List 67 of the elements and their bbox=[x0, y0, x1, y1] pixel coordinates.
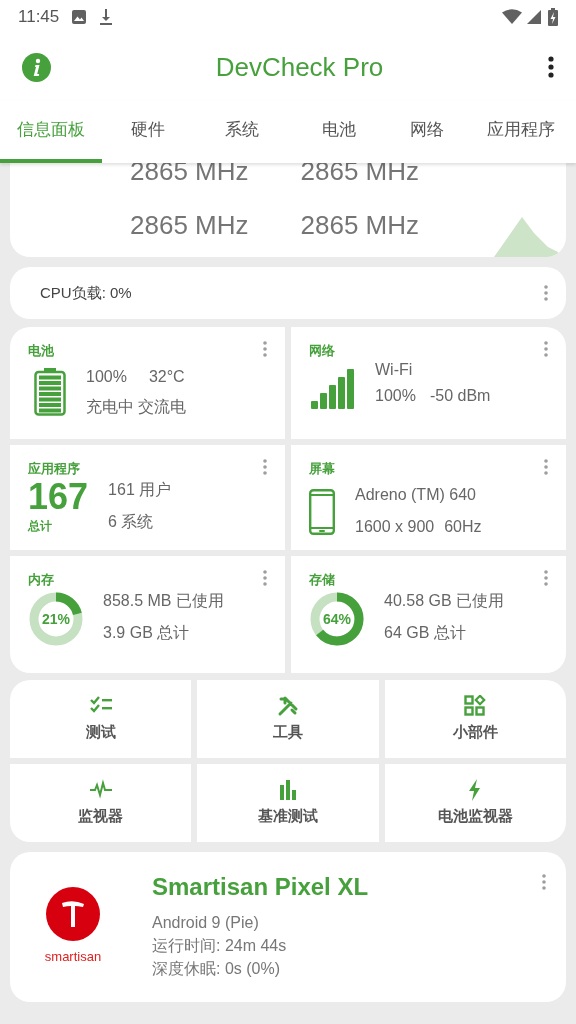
bar-chart-icon bbox=[277, 778, 299, 801]
ring-percent: 21% bbox=[42, 610, 70, 627]
info-card[interactable]: 屏幕 Adreno (TM) 640 1600 x 900 60Hz bbox=[291, 445, 566, 550]
download-icon bbox=[99, 8, 114, 26]
info-text: 60Hz bbox=[444, 516, 482, 537]
phone-icon bbox=[309, 488, 335, 535]
device-info-text: 深度休眠: 0s (0%) bbox=[152, 958, 280, 979]
info-text: 1600 x 900 bbox=[355, 516, 435, 537]
battery-icon bbox=[548, 8, 558, 26]
cpu-graph-drawing bbox=[494, 217, 558, 257]
info-card[interactable]: 应用程序 167 总计 161 用户 6 系统 bbox=[10, 445, 285, 550]
status-time: 11:45 bbox=[18, 6, 60, 29]
tools-icon bbox=[277, 694, 299, 717]
info-card[interactable]: 内存 21% 858.5 MB 已使用 3.9 GB 总计 bbox=[10, 556, 285, 673]
device-info-text: 运行时间: 24m 44s bbox=[152, 935, 287, 956]
tab[interactable]: 应用程序 bbox=[466, 100, 576, 163]
signal-icon bbox=[526, 9, 542, 25]
cpu-frequency: 2865 MHz bbox=[130, 209, 249, 241]
info-text: 161 用户 bbox=[108, 479, 172, 500]
wifi-icon bbox=[502, 9, 522, 25]
cpu-frequency: 2865 MHz bbox=[300, 209, 419, 241]
info-text: 858.5 MB 已使用 bbox=[103, 590, 224, 611]
device-name: Smartisan Pixel XL bbox=[152, 871, 369, 902]
device-info-text: Android 9 (Pie) bbox=[152, 912, 259, 933]
shortcut-button[interactable]: 基准测试 bbox=[197, 764, 379, 842]
widgets-icon bbox=[464, 694, 487, 717]
info-text: 充电中 交流电 bbox=[86, 396, 187, 417]
info-card[interactable]: 存储 64% 40.58 GB 已使用 64 GB 总计 bbox=[291, 556, 566, 673]
info-text: 40.58 GB 已使用 bbox=[384, 590, 505, 611]
card-title: 电池 bbox=[28, 342, 54, 360]
image-icon bbox=[71, 9, 88, 25]
shortcut-button[interactable]: 监视器 bbox=[10, 764, 192, 842]
card-title: 应用程序 bbox=[28, 460, 80, 478]
shortcut-button[interactable]: 电池监视器 bbox=[384, 764, 566, 842]
app-title: DevCheck Pro bbox=[214, 50, 385, 84]
card-title: 内存 bbox=[28, 571, 54, 589]
brand-name: smartisan bbox=[44, 948, 102, 967]
shortcut-button[interactable]: 小部件 bbox=[384, 680, 566, 758]
total-label: 总计 bbox=[28, 517, 53, 535]
battery-full-icon bbox=[34, 367, 66, 416]
tab[interactable]: 系统 bbox=[194, 100, 290, 163]
more-icon[interactable] bbox=[548, 56, 554, 78]
info-card[interactable]: 电池 100% 32°C 充电中 交流电 bbox=[10, 327, 285, 439]
info-text: 32°C bbox=[148, 366, 185, 387]
info-text: 3.9 GB 总计 bbox=[103, 622, 191, 643]
shortcut-button[interactable]: 工具 bbox=[197, 680, 379, 758]
shortcut-button[interactable]: 测试 bbox=[10, 680, 192, 758]
ring-percent: 64% bbox=[323, 610, 351, 627]
card-title: 网络 bbox=[309, 342, 335, 360]
info-text: -50 dBm bbox=[429, 385, 491, 406]
info-text: 100% bbox=[375, 385, 416, 406]
info-text: Adreno (TM) 640 bbox=[355, 484, 477, 505]
card-title: 屏幕 bbox=[309, 460, 335, 478]
signal-bars-icon bbox=[311, 368, 355, 409]
info-text: Wi-Fi bbox=[375, 359, 414, 380]
info-text: 100% bbox=[86, 366, 127, 387]
tab[interactable]: 网络 bbox=[388, 100, 466, 163]
brand-logo-icon bbox=[46, 887, 100, 942]
tab[interactable]: 硬件 bbox=[102, 100, 194, 163]
info-text: 6 系统 bbox=[108, 511, 155, 532]
info-text: 64 GB 总计 bbox=[384, 622, 467, 643]
tab[interactable]: 电池 bbox=[290, 100, 388, 163]
info-icon[interactable] bbox=[22, 52, 51, 82]
cpu-load-text: CPU负载: 0% bbox=[40, 282, 133, 303]
app-total-count: 167 bbox=[28, 476, 89, 517]
info-card[interactable]: 网络 Wi-Fi 100% -50 dBm bbox=[291, 327, 566, 439]
card-title: 存储 bbox=[309, 571, 335, 589]
